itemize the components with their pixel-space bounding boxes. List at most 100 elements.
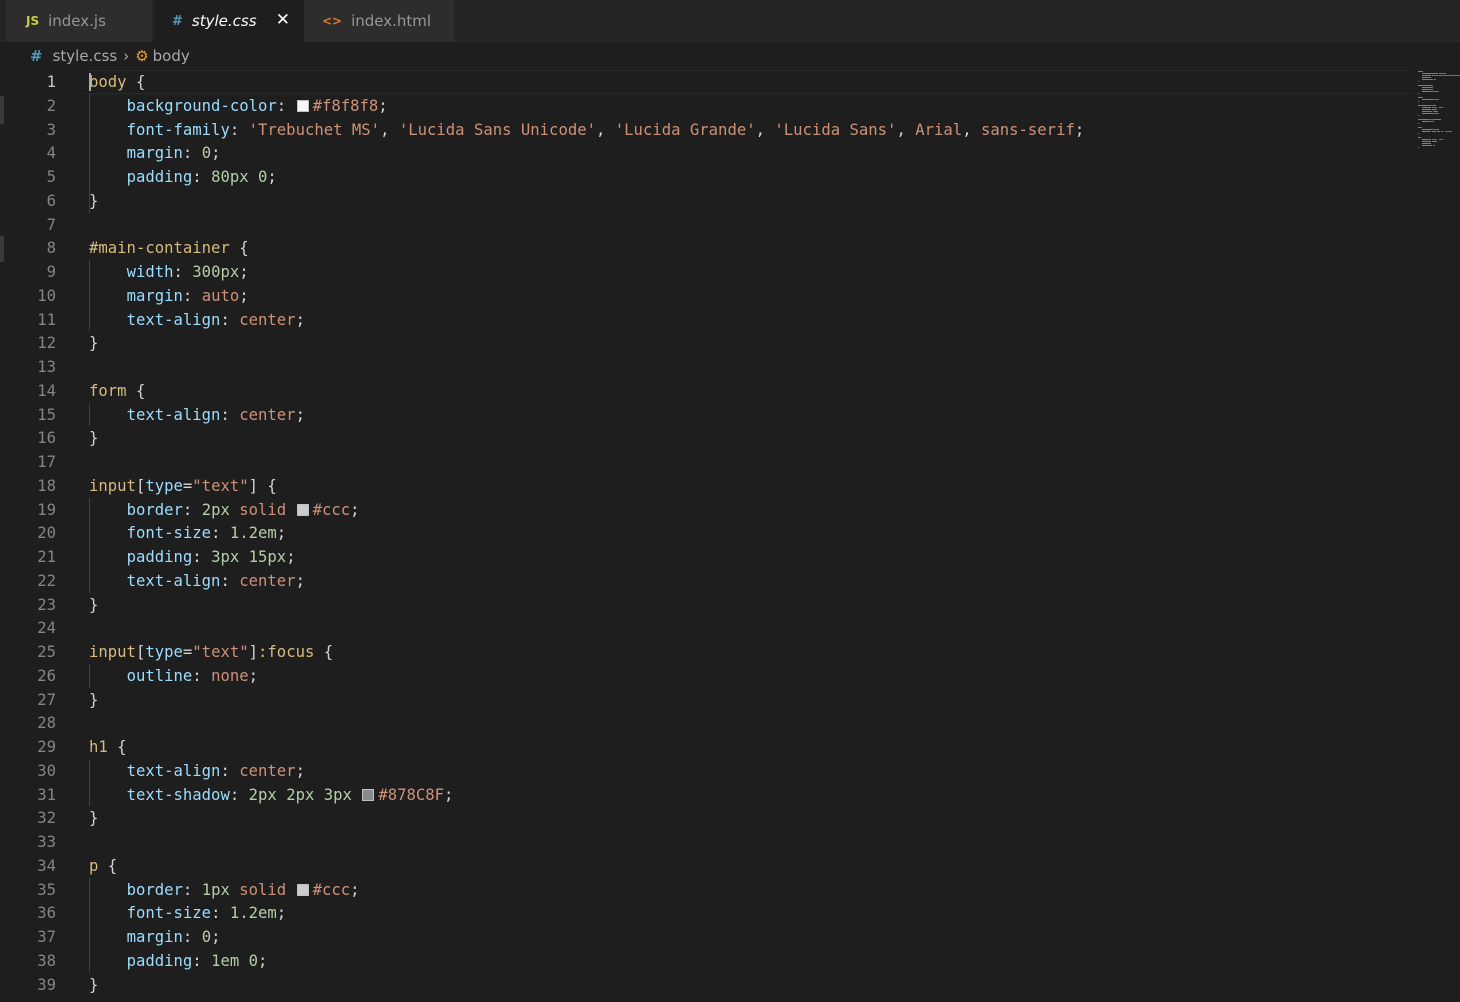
code-line[interactable]: 16} bbox=[0, 426, 1410, 450]
code-line[interactable]: 4 margin: 0; bbox=[0, 141, 1410, 165]
minimap-token bbox=[1428, 139, 1432, 140]
code-text: font-size: 1.2em; bbox=[89, 901, 287, 925]
indent-guide bbox=[89, 758, 90, 807]
line-number: 27 bbox=[37, 690, 56, 709]
token-punc: : bbox=[211, 904, 230, 923]
code-line[interactable]: 11 text-align: center; bbox=[0, 308, 1410, 332]
code-line[interactable]: 28 bbox=[0, 711, 1410, 735]
minimap[interactable] bbox=[1418, 70, 1460, 170]
color-swatch-icon[interactable] bbox=[296, 503, 309, 516]
code-line[interactable]: 14 form { bbox=[0, 379, 1410, 403]
code-line[interactable]: 26 outline: none; bbox=[0, 664, 1410, 688]
token-punc: ; bbox=[276, 904, 287, 923]
code-text: #main-container { bbox=[89, 236, 249, 260]
line-number: 19 bbox=[37, 500, 56, 519]
code-line[interactable]: 18 input[type="text"] { bbox=[0, 474, 1410, 498]
token-punc: , bbox=[896, 120, 916, 139]
javascript-file-icon: JS bbox=[26, 14, 40, 28]
token-val: "text" bbox=[192, 476, 249, 495]
code-line[interactable]: 29 h1 { bbox=[0, 735, 1410, 759]
code-line[interactable]: 10 margin: auto; bbox=[0, 284, 1410, 308]
line-number: 20 bbox=[37, 524, 56, 543]
code-line[interactable]: 32} bbox=[0, 806, 1410, 830]
minimap-token bbox=[1442, 107, 1444, 108]
token-punc: : bbox=[192, 666, 212, 685]
token-ind bbox=[89, 406, 127, 424]
code-line[interactable]: 33 bbox=[0, 830, 1410, 854]
code-line[interactable]: 35 border: 1px solid #ccc; bbox=[0, 878, 1410, 902]
token-punc: ; bbox=[239, 286, 249, 305]
code-line[interactable]: 34 p { bbox=[0, 854, 1410, 878]
code-text: p { bbox=[89, 854, 117, 878]
minimap-token bbox=[1421, 75, 1432, 76]
code-line[interactable]: 15 text-align: center; bbox=[0, 403, 1410, 427]
code-line[interactable]: 22 text-align: center; bbox=[0, 569, 1410, 593]
code-text: border: 1px solid #ccc; bbox=[89, 878, 360, 902]
token-ind bbox=[89, 311, 127, 329]
tab-index-html[interactable]: <> index.html bbox=[304, 0, 454, 42]
code-line[interactable]: 19 border: 2px solid #ccc; bbox=[0, 498, 1410, 522]
color-swatch-icon[interactable] bbox=[296, 883, 309, 896]
code-line[interactable]: 39} bbox=[0, 973, 1410, 997]
code-line[interactable]: 38 padding: 1em 0; bbox=[0, 949, 1410, 973]
token-punc: { bbox=[107, 738, 127, 756]
tab-index-js[interactable]: JS index.js bbox=[6, 0, 152, 42]
line-number: 17 bbox=[37, 453, 56, 471]
code-line[interactable]: 23} bbox=[0, 593, 1410, 617]
minimap-token bbox=[1445, 73, 1447, 74]
code-line[interactable]: 25 input[type="text"]:focus { bbox=[0, 640, 1410, 664]
code-line[interactable]: 20 font-size: 1.2em; bbox=[0, 521, 1410, 545]
indent-guide bbox=[89, 497, 90, 593]
code-line[interactable]: 1 body { bbox=[0, 70, 1410, 94]
token-prop: font-size bbox=[126, 904, 212, 923]
code-line[interactable]: 24 bbox=[0, 616, 1410, 640]
code-line[interactable]: 17 bbox=[0, 450, 1410, 474]
tab-style-css[interactable]: # style.css ✕ bbox=[154, 0, 304, 42]
code-line[interactable]: 7 bbox=[0, 213, 1410, 237]
code-line[interactable]: 5 padding: 80px 0; bbox=[0, 165, 1410, 189]
token-punc: : bbox=[211, 524, 230, 543]
line-number: 29 bbox=[37, 738, 56, 756]
code-editor[interactable]: 1 body {2 background-color: #f8f8f8; 3 fon… bbox=[0, 70, 1460, 1002]
minimap-token bbox=[1437, 113, 1439, 114]
code-line[interactable]: 6} bbox=[0, 189, 1410, 213]
token-punc bbox=[314, 786, 323, 804]
token-val: #f8f8f8 bbox=[312, 96, 379, 115]
breadcrumb: # style.css › ⚙ body bbox=[0, 42, 1460, 70]
code-line[interactable]: 8 #main-container { bbox=[0, 236, 1410, 260]
code-line[interactable]: 3 font-family: 'Trebuchet MS', 'Lucida S… bbox=[0, 118, 1410, 142]
token-prop: margin bbox=[126, 144, 183, 163]
token-num: 0 bbox=[201, 144, 212, 163]
color-swatch-icon[interactable] bbox=[362, 788, 375, 801]
color-swatch-icon[interactable] bbox=[296, 99, 309, 112]
breadcrumb-file[interactable]: style.css bbox=[53, 47, 118, 65]
code-line[interactable]: 36 font-size: 1.2em; bbox=[0, 901, 1410, 925]
code-line[interactable]: 27} bbox=[0, 688, 1410, 712]
token-punc: ] { bbox=[248, 476, 277, 495]
code-line[interactable]: 2 background-color: #f8f8f8; bbox=[0, 94, 1410, 118]
token-val: 'Lucida Grande' bbox=[614, 120, 756, 139]
code-text: margin: 0; bbox=[89, 925, 221, 949]
token-val: 'Lucida Sans' bbox=[774, 120, 897, 139]
token-ind bbox=[89, 881, 127, 899]
token-punc: { bbox=[126, 73, 146, 91]
code-line[interactable]: 21 padding: 3px 15px; bbox=[0, 545, 1410, 569]
line-number: 32 bbox=[37, 809, 56, 828]
code-line[interactable]: 37 margin: 0; bbox=[0, 925, 1410, 949]
token-num: 1.2em bbox=[229, 524, 277, 543]
code-line[interactable]: 31 text-shadow: 2px 2px 3px #878C8F; bbox=[0, 783, 1410, 807]
token-ind bbox=[89, 168, 127, 186]
close-icon[interactable]: ✕ bbox=[276, 10, 290, 30]
line-number: 10 bbox=[37, 286, 56, 305]
code-line[interactable]: 30 text-align: center; bbox=[0, 759, 1410, 783]
code-line[interactable]: 9 width: 300px; bbox=[0, 260, 1410, 284]
code-line[interactable]: 13 bbox=[0, 355, 1410, 379]
code-text: text-align: center; bbox=[89, 403, 305, 427]
code-line[interactable]: 12} bbox=[0, 331, 1410, 355]
minimap-token bbox=[1442, 139, 1444, 140]
token-val: 'Trebuchet MS' bbox=[248, 120, 381, 139]
token-ind bbox=[89, 786, 127, 804]
css-file-icon: # bbox=[30, 47, 43, 65]
token-punc: : bbox=[220, 761, 240, 780]
breadcrumb-symbol[interactable]: body bbox=[153, 47, 190, 65]
